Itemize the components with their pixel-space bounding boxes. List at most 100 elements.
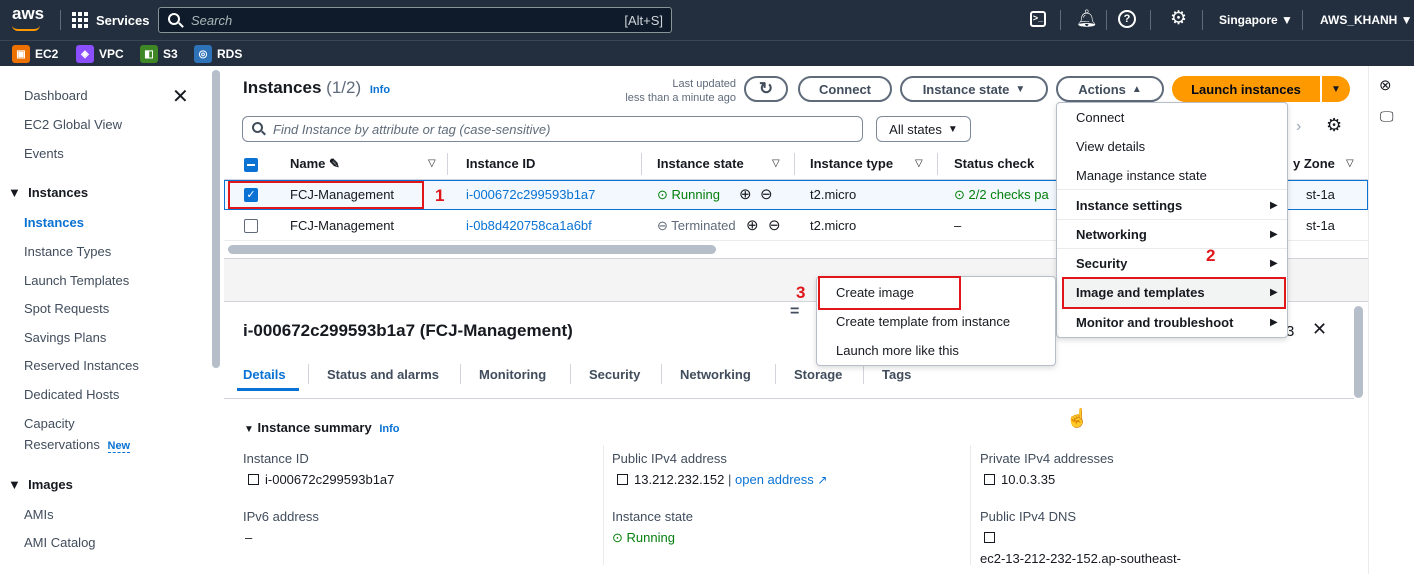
favorite-rds[interactable]: ◎ RDS [194, 45, 242, 63]
summary-info-link[interactable]: Info [379, 423, 399, 435]
tab-tags[interactable]: Tags [882, 367, 911, 382]
public-dns-copy[interactable] [984, 530, 1001, 545]
launch-instances-button[interactable]: Launch instances [1172, 76, 1320, 102]
refresh-button[interactable]: ↻ [744, 76, 788, 102]
notifications-icon[interactable]: 🔔︎ [1076, 9, 1098, 29]
favorite-s3[interactable]: ◧ S3 [140, 45, 178, 63]
sidebar-item-reserved-instances[interactable]: Reserved Instances [24, 358, 139, 373]
menu-item-networking[interactable]: Networking [1076, 227, 1147, 242]
copy-icon[interactable] [984, 474, 995, 485]
connect-button[interactable]: Connect [798, 76, 892, 102]
next-page-icon[interactable]: › [1296, 118, 1301, 136]
zoom-out-icon[interactable]: ⊖ [760, 185, 773, 203]
zoom-out-icon[interactable]: ⊖ [768, 216, 781, 234]
sidebar-item-savings-plans[interactable]: Savings Plans [24, 330, 106, 345]
row-instance-id-link[interactable]: i-000672c299593b1a7 [466, 187, 595, 202]
states-filter-select[interactable]: All states ▼ [876, 116, 971, 142]
copy-icon[interactable] [248, 474, 259, 485]
column-instance-state[interactable]: Instance state [657, 156, 744, 171]
sort-icon[interactable]: ▽ [915, 158, 923, 169]
sidebar-item-dedicated-hosts[interactable]: Dedicated Hosts [24, 387, 119, 402]
account-menu[interactable]: AWS_KHANH ▼ [1320, 13, 1413, 27]
annotation-box-create-image [818, 276, 961, 310]
close-sidebar-icon[interactable]: ✕ [172, 84, 189, 109]
sort-icon[interactable]: ▽ [772, 158, 780, 169]
annotation-box-row [228, 181, 424, 209]
column-instance-id[interactable]: Instance ID [466, 156, 535, 171]
region-selector[interactable]: Singapore ▼ [1219, 13, 1293, 27]
sidebar-item-ami-catalog[interactable]: AMI Catalog [24, 535, 96, 550]
row-instance-id-link[interactable]: i-0b8d420758ca1a6bf [466, 218, 592, 233]
column-instance-type[interactable]: Instance type [810, 156, 893, 171]
sidebar-item-instances[interactable]: Instances [24, 215, 84, 230]
sidebar-item-global-view[interactable]: EC2 Global View [24, 117, 122, 132]
tab-security[interactable]: Security [589, 367, 640, 382]
table-horizontal-scrollbar[interactable] [228, 245, 716, 254]
tab-details[interactable]: Details [243, 367, 286, 382]
sidebar-item-amis[interactable]: AMIs [24, 507, 54, 522]
sort-icon[interactable]: ▽ [428, 158, 436, 169]
vpc-icon: ◈ [76, 45, 94, 63]
favorite-vpc[interactable]: ◈ VPC [76, 45, 124, 63]
sidebar-item-spot-requests[interactable]: Spot Requests [24, 301, 109, 316]
tab-status-alarms[interactable]: Status and alarms [327, 367, 439, 382]
table-settings-gear-icon[interactable]: ⚙ [1326, 115, 1342, 136]
menu-item-instance-settings[interactable]: Instance settings [1076, 198, 1182, 213]
help-icon[interactable]: ? [1118, 10, 1136, 28]
sidebar-item-dashboard[interactable]: Dashboard [24, 88, 88, 103]
new-badge: New [107, 440, 131, 453]
search-box[interactable]: Search [Alt+S] [158, 7, 672, 33]
feedback-icon[interactable]: ⊗ [1379, 76, 1392, 94]
instance-filter-input[interactable]: Find Instance by attribute or tag (case-… [242, 116, 863, 142]
select-all-checkbox[interactable] [244, 158, 258, 172]
settings-gear-icon[interactable]: ⚙ [1170, 7, 1187, 30]
favorite-ec2[interactable]: ▣ EC2 [12, 45, 58, 63]
annotation-number-1: 1 [435, 186, 445, 205]
sidebar-item-events[interactable]: Events [24, 146, 64, 161]
services-menu[interactable]: Services [72, 12, 150, 28]
zoom-in-icon[interactable]: ⊕ [746, 216, 759, 234]
instance-state-button[interactable]: Instance state ▼ [900, 76, 1048, 102]
instance-state-label: Instance state [612, 509, 693, 524]
tab-networking[interactable]: Networking [680, 367, 751, 382]
menu-item-security[interactable]: Security [1076, 256, 1127, 271]
cloudshell-icon[interactable]: >_ [1030, 11, 1046, 27]
submenu-launch-more[interactable]: Launch more like this [836, 343, 959, 358]
sidebar-item-capacity-reservations[interactable]: Reservations New [24, 437, 131, 453]
menu-item-manage-state[interactable]: Manage instance state [1076, 168, 1207, 183]
menu-item-monitor-troubleshoot[interactable]: Monitor and troubleshoot [1076, 315, 1233, 330]
menu-item-connect[interactable]: Connect [1076, 110, 1124, 125]
sort-icon[interactable]: ▽ [1346, 158, 1354, 169]
instances-info-link[interactable]: Info [370, 84, 390, 96]
submenu-create-template[interactable]: Create template from instance [836, 314, 1010, 329]
aws-logo[interactable]: aws [12, 4, 44, 24]
copy-icon[interactable] [984, 532, 995, 543]
open-address-link[interactable]: open address [735, 472, 814, 487]
sidebar-item-capacity[interactable]: Capacity [24, 416, 75, 431]
launch-dropdown-button[interactable]: ▼ [1322, 76, 1350, 102]
tab-monitoring[interactable]: Monitoring [479, 367, 546, 382]
favorites-bar: ▣ EC2 ◈ VPC ◧ S3 ◎ RDS [0, 40, 1414, 66]
running-check-icon: ⊙ [657, 187, 668, 202]
resize-handle-icon[interactable]: = [790, 303, 799, 321]
sidebar-scrollbar[interactable] [212, 70, 220, 368]
menu-item-view-details[interactable]: View details [1076, 139, 1145, 154]
row-checkbox[interactable] [244, 219, 258, 233]
close-details-icon[interactable]: ✕ [1312, 319, 1327, 340]
terminated-icon: ⊖ [657, 218, 668, 233]
details-scrollbar[interactable] [1354, 306, 1363, 398]
zoom-in-icon[interactable]: ⊕ [739, 185, 752, 203]
column-status-check[interactable]: Status check [954, 156, 1034, 171]
s3-icon: ◧ [140, 45, 158, 63]
copy-icon[interactable] [617, 474, 628, 485]
actions-button[interactable]: Actions ▲ [1056, 76, 1164, 102]
console-panel-icon[interactable]: 🖵︎ [1380, 108, 1394, 125]
instance-summary-heading[interactable]: ▼ Instance summary Info [244, 420, 400, 435]
tab-storage[interactable]: Storage [794, 367, 842, 382]
sidebar-item-launch-templates[interactable]: Launch Templates [24, 273, 129, 288]
sidebar-item-instance-types[interactable]: Instance Types [24, 244, 111, 259]
column-availability-zone[interactable]: y Zone [1293, 156, 1335, 171]
sidebar-section-images[interactable]: ▼ Images [8, 477, 73, 492]
sidebar-section-instances[interactable]: ▼ Instances [8, 185, 88, 200]
column-name[interactable]: Name ✎ [290, 156, 340, 172]
